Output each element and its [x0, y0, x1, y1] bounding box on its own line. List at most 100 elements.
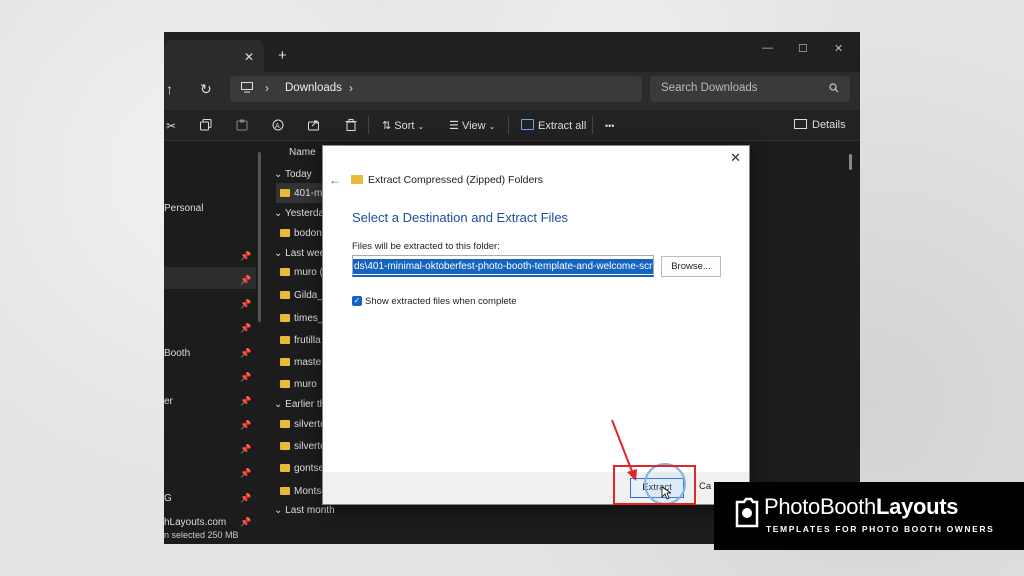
extract-dialog: ✕ ← Extract Compressed (Zipped) Folders … [322, 145, 750, 505]
sidebar-item-er[interactable]: er [164, 396, 173, 407]
sort-button[interactable]: ⇅ Sort ⌄ [382, 119, 424, 132]
folder-icon [280, 487, 290, 495]
column-header-name[interactable]: Name [289, 147, 316, 158]
pin-icon: 📌 [240, 420, 252, 430]
minimize-button[interactable]: — [762, 42, 773, 54]
dialog-title: Extract Compressed (Zipped) Folders [368, 174, 544, 186]
svg-text:A: A [275, 123, 280, 130]
folder-icon [280, 229, 290, 237]
chevron-right-icon: › [265, 81, 269, 95]
file-row[interactable]: muro ( [280, 267, 323, 278]
brand-logo: PhotoBoothLayouts TEMPLATES FOR PHOTO BO… [714, 482, 1024, 550]
view-icon: ☰ [449, 120, 459, 132]
sidebar-item-g[interactable]: G [164, 493, 172, 504]
chevron-right-icon[interactable]: › [349, 81, 353, 95]
file-row[interactable]: silverto [280, 441, 326, 452]
maximize-button[interactable]: ☐ [798, 42, 808, 55]
command-bar [164, 110, 860, 141]
sidebar-item-layouts[interactable]: hLayouts.com [164, 517, 226, 528]
status-bar: n selected 250 MB [164, 530, 239, 540]
copy-icon[interactable] [200, 119, 212, 131]
cut-icon[interactable]: ✂ [166, 119, 176, 133]
dialog-close-icon[interactable]: ✕ [730, 150, 741, 166]
title-bar: ✕ + — ☐ ✕ [164, 32, 860, 72]
computer-icon [241, 82, 253, 93]
extract-all-button[interactable]: Extract all [521, 119, 586, 132]
destination-label: Files will be extracted to this folder: [352, 241, 500, 252]
close-tab-icon[interactable]: ✕ [244, 50, 254, 64]
group-last-month[interactable]: ⌄ Last month [274, 505, 335, 516]
back-arrow-icon[interactable]: ← [329, 173, 341, 187]
file-row[interactable]: Montse [280, 486, 327, 497]
new-tab-button[interactable]: + [278, 48, 287, 63]
file-row[interactable]: gontse [280, 463, 324, 474]
folder-icon [280, 358, 290, 366]
file-row[interactable]: silverto [280, 419, 326, 430]
sidebar-item-personal[interactable]: Personal [164, 203, 203, 214]
rename-icon[interactable]: A [272, 119, 284, 131]
file-row[interactable]: times_ [280, 313, 323, 324]
folder-icon [280, 464, 290, 472]
pin-icon: 📌 [240, 275, 252, 285]
file-row[interactable]: frutilla [280, 335, 321, 346]
file-row[interactable]: muro [280, 379, 317, 390]
pin-icon: 📌 [240, 444, 252, 454]
search-input[interactable]: Search Downloads [661, 82, 758, 94]
toolbar-separator [592, 116, 593, 134]
pin-icon: 📌 [240, 517, 252, 527]
highlight-box [613, 465, 696, 505]
toolbar-separator [508, 116, 509, 134]
file-row[interactable]: 401-m [280, 188, 322, 199]
folder-icon [280, 189, 290, 197]
breadcrumb-downloads[interactable]: Downloads [285, 82, 342, 94]
show-files-label: Show extracted files when complete [365, 296, 517, 307]
close-window-button[interactable]: ✕ [834, 42, 843, 55]
folder-icon [280, 442, 290, 450]
up-arrow-icon[interactable]: ↑ [166, 81, 173, 97]
pin-icon: 📌 [240, 251, 252, 261]
destination-path-input[interactable]: ds\401-minimal-oktoberfest-photo-booth-t… [352, 255, 654, 277]
file-row[interactable]: master [280, 357, 325, 368]
file-list-scrollbar[interactable] [849, 154, 852, 170]
sidebar-item-booth[interactable]: Booth [164, 348, 190, 359]
cancel-button[interactable]: Ca [699, 481, 711, 492]
view-button[interactable]: ☰ View ⌄ [449, 119, 495, 132]
mouse-cursor-icon [661, 486, 671, 500]
more-options-icon[interactable]: ••• [605, 121, 614, 131]
folder-icon [280, 380, 290, 388]
delete-icon[interactable] [345, 119, 357, 131]
pin-icon: 📌 [240, 468, 252, 478]
folder-icon [280, 336, 290, 344]
pin-icon: 📌 [240, 323, 252, 333]
browse-button[interactable]: Browse... [661, 256, 721, 277]
group-today[interactable]: ⌄ Today [274, 169, 312, 180]
pin-icon: 📌 [240, 493, 252, 503]
toolbar-separator [368, 116, 369, 134]
dialog-heading: Select a Destination and Extract Files [352, 210, 569, 225]
group-yesterday[interactable]: ⌄ Yesterday [274, 208, 329, 219]
pin-icon: 📌 [240, 348, 252, 358]
destination-path-text: ds\401-minimal-oktoberfest-photo-booth-t… [353, 259, 653, 274]
pin-icon: 📌 [240, 299, 252, 309]
folder-icon [280, 314, 290, 322]
camera-logo-icon [735, 497, 759, 528]
share-icon[interactable] [308, 119, 320, 131]
extract-folder-icon [521, 119, 534, 130]
brand-tagline: TEMPLATES FOR PHOTO BOOTH OWNERS [766, 524, 995, 534]
explorer-tab[interactable]: ✕ [164, 40, 264, 72]
file-row[interactable]: Gilda_ [280, 290, 323, 301]
zip-folder-icon [351, 175, 363, 184]
refresh-icon[interactable]: ↻ [200, 81, 212, 98]
show-files-checkbox[interactable]: ✓ [352, 296, 362, 306]
search-icon [829, 83, 839, 93]
file-row[interactable]: bodon [280, 228, 322, 239]
folder-icon [280, 420, 290, 428]
pin-icon: 📌 [240, 396, 252, 406]
details-button[interactable]: Details [794, 119, 846, 131]
paste-icon[interactable] [236, 119, 248, 131]
pin-icon: 📌 [240, 372, 252, 382]
sidebar-scrollbar[interactable] [258, 152, 261, 322]
brand-name: PhotoBoothLayouts [764, 494, 959, 519]
details-pane-icon [794, 119, 807, 129]
sort-icon: ⇅ [382, 120, 392, 132]
